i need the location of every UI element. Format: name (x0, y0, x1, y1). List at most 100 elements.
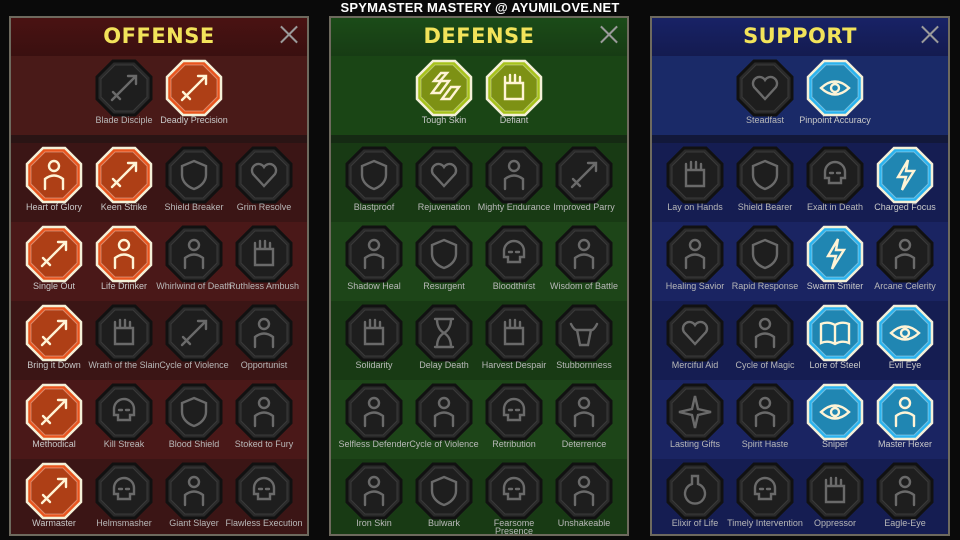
skill-node[interactable]: Fearsome Presence (479, 459, 549, 534)
skill-node[interactable]: Unshakeable (549, 459, 619, 534)
skill-node[interactable]: Giant Slayer (159, 459, 229, 534)
close-icon[interactable] (599, 24, 619, 44)
skill-node[interactable]: Warmaster (19, 459, 89, 534)
close-icon[interactable] (279, 24, 299, 44)
skill-label: Bring it Down (27, 360, 81, 370)
skill-label: Lay on Hands (667, 202, 723, 212)
skill-node[interactable]: Lasting Gifts (660, 380, 730, 459)
skill-label: Stoked to Fury (234, 439, 294, 449)
skill-label: Blastproof (353, 202, 395, 212)
skill-node[interactable]: Lore of Steel (800, 301, 870, 380)
skill-node[interactable]: Master Hexer (870, 380, 940, 459)
skill-label: Wisdom of Battle (549, 281, 619, 291)
skill-node[interactable]: Bulwark (409, 459, 479, 534)
skill-node[interactable]: Whirlwind of Death (156, 222, 232, 301)
skill-label: Harvest Despair (481, 360, 547, 370)
skill-node[interactable]: Mighty Endurance (478, 143, 550, 222)
twin-figures-icon (876, 225, 934, 283)
skill-node[interactable]: Deterrence (549, 380, 619, 459)
skill-node[interactable]: Shield Breaker (159, 143, 229, 222)
skill-label: Selfless Defender (338, 439, 410, 449)
skill-node[interactable]: Harvest Despair (479, 301, 549, 380)
skill-node[interactable]: Steadfast (730, 56, 800, 135)
skill-node[interactable]: Lay on Hands (660, 143, 730, 222)
lightning-shield-icon (736, 225, 794, 283)
skill-node[interactable]: Iron Skin (339, 459, 409, 534)
skill-node[interactable]: Ruthless Ambush (229, 222, 299, 301)
skill-row: Lasting Gifts Spirit Haste Sniper Master He… (652, 380, 948, 459)
skill-node[interactable]: Retribution (479, 380, 549, 459)
skill-node[interactable]: Flawless Execution (225, 459, 303, 534)
skill-node[interactable]: Tough Skin (409, 56, 479, 135)
skill-node[interactable]: Pinpoint Accuracy (799, 56, 871, 135)
skill-node[interactable]: Shield Bearer (730, 143, 800, 222)
skill-node[interactable]: Cycle of Magic (730, 301, 800, 380)
skill-node[interactable]: Blood Shield (159, 380, 229, 459)
arrows-target-icon (25, 225, 83, 283)
skill-node[interactable]: Life Drinker (89, 222, 159, 301)
skill-node[interactable]: Solidarity (339, 301, 409, 380)
close-icon[interactable] (920, 24, 940, 44)
comet-icon (736, 304, 794, 362)
charged-beam-icon (876, 146, 934, 204)
drops-icon (415, 383, 473, 441)
skill-node[interactable]: Shadow Heal (339, 222, 409, 301)
skill-node[interactable]: Defiant (479, 56, 549, 135)
skill-label: Steadfast (745, 115, 785, 125)
skill-node[interactable]: Blade Disciple (89, 56, 159, 135)
skill-node[interactable]: Blastproof (339, 143, 409, 222)
skill-node[interactable]: Arcane Celerity (870, 222, 940, 301)
skill-node[interactable]: Rejuvenation (409, 143, 479, 222)
skill-node[interactable]: Oppressor (800, 459, 870, 534)
skill-node[interactable]: Wrath of the Slain (88, 301, 160, 380)
skill-node[interactable]: Spirit Haste (730, 380, 800, 459)
skull-hood-icon (736, 462, 794, 520)
skill-node[interactable]: Grim Resolve (229, 143, 299, 222)
skill-node[interactable]: Timely Intervention (727, 459, 803, 534)
skill-node[interactable]: Sniper (800, 380, 870, 459)
skill-node[interactable]: Delay Death (409, 301, 479, 380)
skull-flame-icon (806, 146, 864, 204)
skill-node[interactable]: Healing Savior (660, 222, 730, 301)
skill-row: Tough Skin Defiant (331, 56, 627, 135)
skill-label: Merciful Aid (671, 360, 719, 370)
skill-node[interactable]: Cycle of Violence (409, 380, 479, 459)
skill-node[interactable]: Single Out (19, 222, 89, 301)
winged-boot-icon (736, 383, 794, 441)
skill-node[interactable]: Deadly Precision (159, 56, 229, 135)
skill-label: Rapid Response (731, 281, 799, 291)
skill-label: Kill Streak (103, 439, 145, 449)
skill-label: Arcane Celerity (874, 281, 936, 291)
skill-node[interactable]: Helmsmasher (89, 459, 159, 534)
skill-node[interactable]: Selfless Defender (338, 380, 410, 459)
skill-node[interactable]: Wisdom of Battle (549, 222, 619, 301)
skill-label: Iron Skin (356, 518, 392, 528)
eagle-icon (876, 462, 934, 520)
skill-node[interactable]: Eagle-Eye (870, 459, 940, 534)
skill-node[interactable]: Swarm Smiter (800, 222, 870, 301)
scales-icon (415, 59, 473, 117)
skill-node[interactable]: Stoked to Fury (229, 380, 299, 459)
skill-node[interactable]: Improved Parry (549, 143, 619, 222)
shield-icon (165, 383, 223, 441)
chained-heart-icon (666, 304, 724, 362)
skill-node[interactable]: Rapid Response (730, 222, 800, 301)
skill-label: Sniper (821, 439, 848, 449)
skill-node[interactable]: Methodical (19, 380, 89, 459)
skill-node[interactable]: Charged Focus (870, 143, 940, 222)
skill-node[interactable]: Kill Streak (89, 380, 159, 459)
skill-node[interactable]: Heart of Glory (19, 143, 89, 222)
skill-node[interactable]: Resurgent (409, 222, 479, 301)
skill-node[interactable]: Stubbornness (549, 301, 619, 380)
skill-node[interactable]: Merciful Aid (660, 301, 730, 380)
skill-node[interactable]: Keen Strike (89, 143, 159, 222)
skill-node[interactable]: Opportunist (229, 301, 299, 380)
skill-label: Master Hexer (877, 439, 932, 449)
skill-label: Timely Intervention (727, 518, 803, 528)
skill-node[interactable]: Cycle of Violence (159, 301, 229, 380)
skill-node[interactable]: Elixir of Life (660, 459, 730, 534)
skill-node[interactable]: Bloodthirst (479, 222, 549, 301)
skill-node[interactable]: Evil Eye (870, 301, 940, 380)
skill-node[interactable]: Exalt in Death (800, 143, 870, 222)
skill-node[interactable]: Bring it Down (19, 301, 89, 380)
